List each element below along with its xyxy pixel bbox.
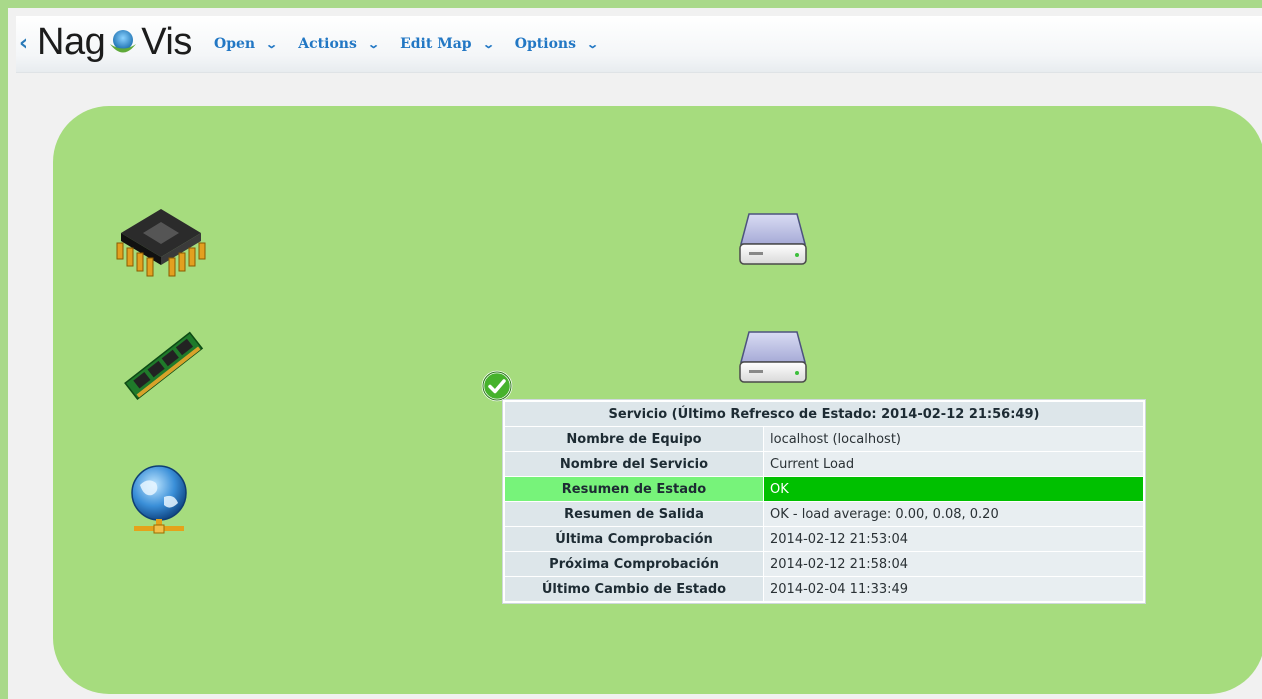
menu-options-label: Options — [514, 36, 576, 52]
service-hover-menu: Servicio (Último Refresco de Estado: 201… — [503, 400, 1145, 603]
menu-open[interactable]: Open ⌄ — [214, 36, 279, 52]
table-row: Nombre de Equipo localhost (localhost) — [505, 427, 1143, 451]
memory-icon[interactable] — [120, 330, 206, 404]
menu-options[interactable]: Options ⌄ — [514, 36, 600, 52]
row-label: Última Comprobación — [505, 527, 763, 551]
network-icon[interactable] — [126, 463, 192, 543]
cpu-icon[interactable] — [113, 203, 209, 285]
header-bar: ‹ Nag Vis Open ⌄ Actions ⌄ Edit Map ⌄ Op… — [16, 16, 1262, 73]
table-row: Último Cambio de Estado 2014-02-04 11:33… — [505, 577, 1143, 601]
logo-text-left: Nag — [37, 20, 106, 63]
table-row: Resumen de Salida OK - load average: 0.0… — [505, 502, 1143, 526]
menu-edit-map[interactable]: Edit Map ⌄ — [400, 36, 495, 52]
menu-actions[interactable]: Actions ⌄ — [298, 36, 380, 52]
menu-open-label: Open — [214, 36, 256, 52]
row-label: Resumen de Estado — [505, 477, 763, 501]
app-frame: ‹ Nag Vis Open ⌄ Actions ⌄ Edit Map ⌄ Op… — [0, 0, 1262, 699]
row-value: localhost (localhost) — [764, 427, 1143, 451]
table-row: Última Comprobación 2014-02-12 21:53:04 — [505, 527, 1143, 551]
row-value: OK - load average: 0.00, 0.08, 0.20 — [764, 502, 1143, 526]
logo-eye-icon — [107, 26, 139, 58]
menu-actions-label: Actions — [298, 36, 357, 52]
chevron-down-icon: ⌄ — [586, 37, 600, 51]
nagvis-logo: Nag Vis — [37, 20, 192, 63]
main-menu: Open ⌄ Actions ⌄ Edit Map ⌄ Options ⌄ — [214, 36, 619, 52]
table-row: Nombre del Servicio Current Load — [505, 452, 1143, 476]
row-value: Current Load — [764, 452, 1143, 476]
disk-icon[interactable] — [737, 210, 809, 272]
row-value: 2014-02-04 11:33:49 — [764, 577, 1143, 601]
row-value: 2014-02-12 21:58:04 — [764, 552, 1143, 576]
logo-text-right: Vis — [141, 20, 192, 63]
table-row: Resumen de Estado OK — [505, 477, 1143, 501]
row-label: Próxima Comprobación — [505, 552, 763, 576]
chevron-down-icon: ⌄ — [265, 37, 279, 51]
row-label: Nombre de Equipo — [505, 427, 763, 451]
menu-edit-map-label: Edit Map — [400, 36, 472, 52]
hover-title: Servicio (Último Refresco de Estado: 201… — [505, 402, 1143, 426]
service-info-table: Servicio (Último Refresco de Estado: 201… — [504, 401, 1144, 602]
chevron-down-icon: ⌄ — [367, 37, 380, 51]
back-arrow-icon[interactable]: ‹ — [19, 31, 28, 56]
row-label: Último Cambio de Estado — [505, 577, 763, 601]
disk-icon[interactable] — [737, 328, 809, 390]
ok-status-icon[interactable] — [481, 370, 513, 402]
row-label: Nombre del Servicio — [505, 452, 763, 476]
chevron-down-icon: ⌄ — [481, 37, 495, 51]
row-value: 2014-02-12 21:53:04 — [764, 527, 1143, 551]
table-row: Próxima Comprobación 2014-02-12 21:58:04 — [505, 552, 1143, 576]
state-value: OK — [764, 477, 1143, 501]
row-label: Resumen de Salida — [505, 502, 763, 526]
